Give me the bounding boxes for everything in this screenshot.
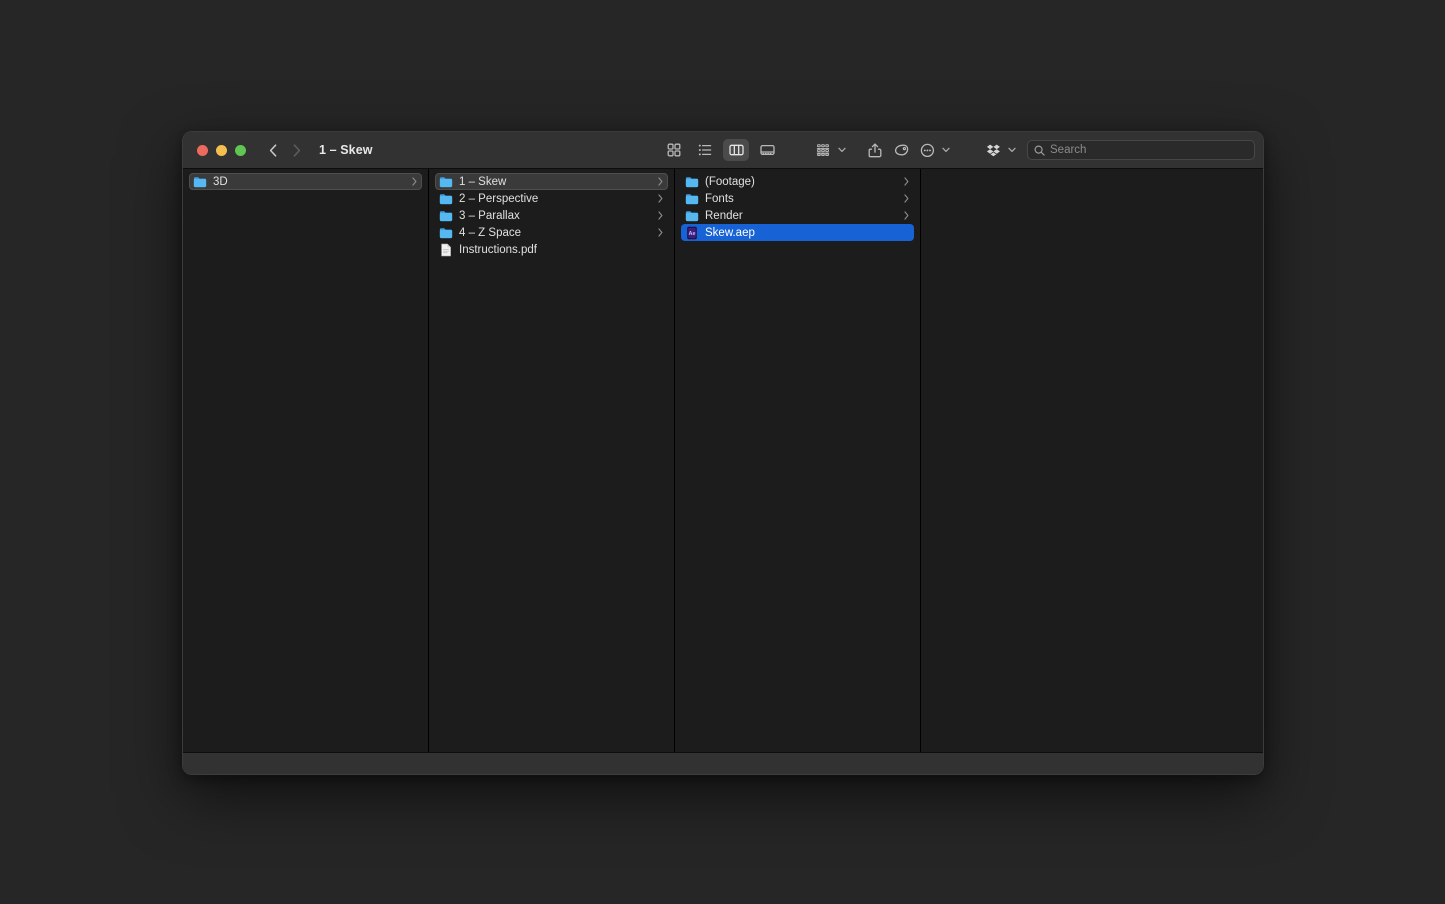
action-menu-icon-wrap — [914, 139, 940, 161]
window-title: 1 – Skew — [319, 143, 373, 157]
pdf-document-icon — [439, 243, 453, 257]
window-toolbar: 1 – Skew Search — [183, 132, 1263, 169]
folder-icon — [685, 175, 699, 189]
back-button[interactable] — [265, 140, 280, 160]
chevron-down-icon — [1008, 147, 1016, 153]
list-item-label: 3 – Parallax — [459, 209, 520, 222]
folder-icon — [193, 175, 207, 189]
list-item-label: 1 – Skew — [459, 175, 507, 188]
finder-window: 1 – Skew Search 3D 1 – Skew 2 – Perspect… — [182, 131, 1264, 775]
gallery-view-icon — [759, 143, 775, 157]
list-item[interactable]: Instructions.pdf — [435, 241, 668, 258]
navigation-buttons — [265, 140, 304, 160]
disclosure-chevron-icon — [904, 194, 909, 203]
action-menu-button[interactable] — [914, 139, 950, 161]
folder-icon — [439, 226, 453, 240]
search-icon — [1034, 144, 1045, 156]
finder-column-2: 1 – Skew 2 – Perspective 3 – Parallax 4 … — [429, 169, 675, 752]
list-item-label: (Footage) — [705, 175, 755, 188]
view-mode-column-button[interactable] — [723, 139, 749, 161]
dropbox-icon-wrap — [980, 139, 1006, 161]
list-item[interactable]: (Footage) — [681, 173, 914, 190]
chevron-down-icon — [942, 147, 950, 153]
folder-icon — [439, 209, 453, 223]
list-item-label: 2 – Perspective — [459, 192, 539, 205]
action-menu-icon — [920, 143, 935, 158]
grid-view-icon — [667, 143, 681, 157]
disclosure-chevron-icon — [904, 211, 909, 220]
folder-icon — [439, 175, 453, 189]
list-item-label: 4 – Z Space — [459, 226, 522, 239]
folder-icon — [685, 192, 699, 206]
search-input-placeholder: Search — [1050, 144, 1087, 156]
list-item-label: Fonts — [705, 192, 734, 205]
chevron-left-icon — [269, 143, 277, 157]
window-bottom-bar — [183, 752, 1263, 774]
column-view-icon — [728, 143, 744, 157]
group-by-icon — [816, 143, 831, 157]
finder-column-3: (Footage) Fonts Render Ae Skew.aep — [675, 169, 921, 752]
disclosure-chevron-icon — [412, 177, 417, 186]
list-item[interactable]: 2 – Perspective — [435, 190, 668, 207]
dropbox-icon — [986, 143, 1001, 157]
list-item[interactable]: 3 – Parallax — [435, 207, 668, 224]
list-item[interactable]: 4 – Z Space — [435, 224, 668, 241]
view-mode-segmented-control — [661, 139, 780, 161]
disclosure-chevron-icon — [904, 177, 909, 186]
forward-button[interactable] — [289, 140, 304, 160]
list-item[interactable]: 3D — [189, 173, 422, 190]
maximize-button-icon[interactable] — [235, 144, 246, 156]
list-item[interactable]: Render — [681, 207, 914, 224]
list-item-label: Render — [705, 209, 743, 222]
after-effects-project-icon: Ae — [685, 226, 699, 240]
disclosure-chevron-icon — [658, 211, 663, 220]
view-mode-list-button[interactable] — [692, 139, 718, 161]
close-button-icon[interactable] — [197, 144, 208, 156]
disclosure-chevron-icon — [658, 194, 663, 203]
view-mode-icon-button[interactable] — [661, 139, 687, 161]
dropbox-button[interactable] — [980, 139, 1016, 161]
folder-icon — [685, 209, 699, 223]
list-item[interactable]: Ae Skew.aep — [681, 224, 914, 241]
disclosure-chevron-icon — [658, 228, 663, 237]
list-view-icon — [698, 143, 712, 157]
chevron-right-icon — [293, 143, 301, 157]
svg-text:Ae: Ae — [688, 231, 695, 237]
folder-icon — [439, 192, 453, 206]
group-by-button-icon-wrap — [810, 139, 836, 161]
list-item-label: Skew.aep — [705, 226, 755, 239]
finder-column-1: 3D — [183, 169, 429, 752]
list-item[interactable]: 1 – Skew — [435, 173, 668, 190]
tag-icon — [894, 143, 909, 157]
disclosure-chevron-icon — [658, 177, 663, 186]
list-item[interactable]: Fonts — [681, 190, 914, 207]
tags-button[interactable] — [888, 139, 914, 161]
list-item-label: 3D — [213, 175, 228, 188]
share-icon — [868, 142, 882, 158]
toolbar-right-group: Search — [661, 139, 1255, 161]
share-button[interactable] — [862, 139, 888, 161]
search-field[interactable]: Search — [1027, 140, 1255, 160]
traffic-light-group — [197, 144, 246, 156]
view-mode-gallery-button[interactable] — [754, 139, 780, 161]
list-item-label: Instructions.pdf — [459, 243, 537, 256]
minimize-button-icon[interactable] — [216, 144, 227, 156]
finder-column-4[interactable] — [921, 169, 1263, 752]
column-browser: 3D 1 – Skew 2 – Perspective 3 – Parallax… — [183, 169, 1263, 752]
chevron-down-icon — [838, 147, 846, 153]
group-by-button[interactable] — [810, 139, 846, 161]
